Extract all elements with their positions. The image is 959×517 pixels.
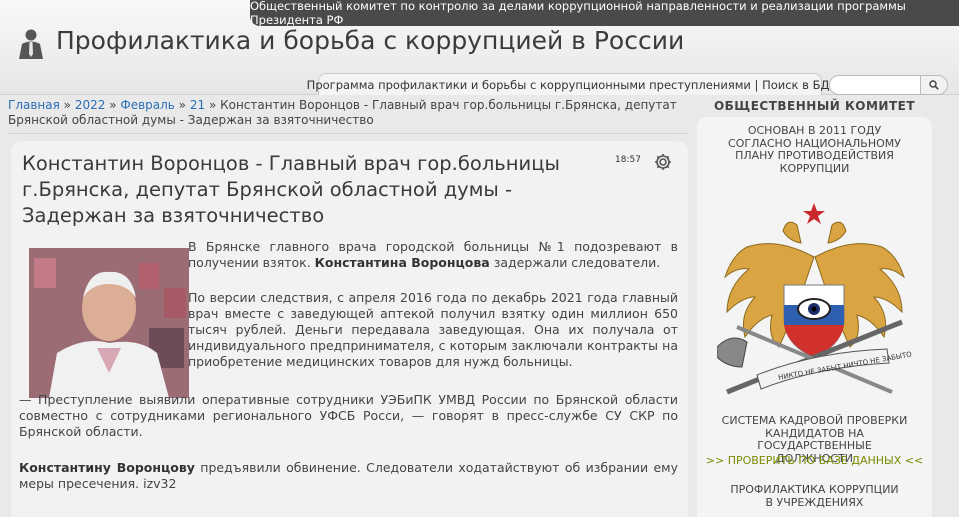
sidebar: ОБЩЕСТВЕННЫЙ КОМИТЕТ ОСНОВАН В 2011 ГОДУ… <box>697 96 932 517</box>
breadcrumb-sep: » <box>174 98 190 112</box>
sidebar-check-link[interactable]: >> ПРОВЕРИТЬ ПО БАЗЕ ДАННЫХ << <box>697 454 932 468</box>
breadcrumb-day[interactable]: 21 <box>190 98 205 112</box>
article-photo <box>29 248 189 398</box>
breadcrumb-month[interactable]: Февраль <box>120 98 175 112</box>
sidebar-panel: ОСНОВАН В 2011 ГОДУ СОГЛАСНО НАЦИОНАЛЬНО… <box>697 117 932 517</box>
breadcrumb-home[interactable]: Главная <box>8 98 60 112</box>
subnav-bar[interactable]: Программа профилактики и борьбы с корруп… <box>307 73 833 95</box>
sidebar-title: ОБЩЕСТВЕННЫЙ КОМИТЕТ <box>713 99 916 113</box>
divider <box>8 133 688 134</box>
site-title[interactable]: Профилактика и борьба с коррупцией в Рос… <box>56 26 684 55</box>
sidebar-prevention[interactable]: ПРОФИЛАКТИКА КОРРУПЦИИ В УЧРЕЖДЕНИЯХ <box>697 483 932 509</box>
article-paragraph: — Преступление выявили оперативные сотру… <box>19 392 678 439</box>
logo-icon <box>19 29 43 59</box>
breadcrumb: Главная » 2022 » Февраль » 21 » Констант… <box>8 98 688 128</box>
search-icon <box>929 80 939 90</box>
article-time: 18:57 <box>615 155 641 165</box>
article-title: Константин Воронцов - Главный врач гор.б… <box>22 152 560 227</box>
breadcrumb-sep: » <box>105 98 121 112</box>
sidebar-founded: ОСНОВАН В 2011 ГОДУ СОГЛАСНО НАЦИОНАЛЬНО… <box>728 124 901 175</box>
breadcrumb-year[interactable]: 2022 <box>75 98 106 112</box>
article-paragraph: В Брянске главного врача городской больн… <box>188 239 678 270</box>
gear-icon[interactable] <box>653 152 673 172</box>
breadcrumb-sep: » <box>59 98 75 112</box>
article-paragraph: Константину Воронцову предъявили обвинен… <box>19 460 678 491</box>
article: Константин Воронцов - Главный врач гор.б… <box>11 141 688 517</box>
top-banner[interactable]: Общественный комитет по контролю за дела… <box>250 0 959 27</box>
article-paragraph: По версии следствия, с апреля 2016 года … <box>188 290 678 369</box>
search-input[interactable] <box>829 75 921 95</box>
photo-image <box>29 248 189 398</box>
eagle-emblem[interactable]: НИКТО НЕ ЗАБЫТ НИЧТО НЕ ЗАБЫТО <box>717 197 912 412</box>
search-button[interactable] <box>920 75 948 95</box>
top-banner-text: Общественный комитет по контролю за дела… <box>250 0 906 27</box>
